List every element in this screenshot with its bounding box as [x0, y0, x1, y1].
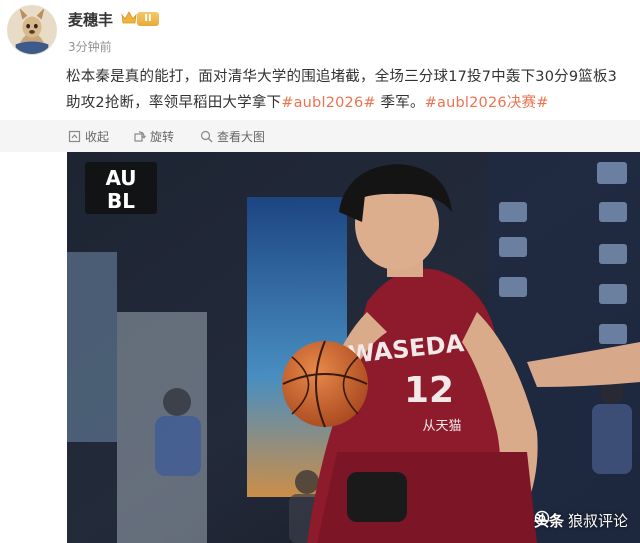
collapse-icon [68, 130, 81, 142]
watermark: 头条 狼叔评论 [534, 510, 628, 531]
avatar[interactable] [7, 5, 57, 55]
rotate-icon [134, 130, 146, 142]
post-time[interactable]: 3分钟前 [68, 38, 112, 55]
image-toolbar: 收起 旋转 查看大图 [0, 120, 640, 152]
crown-icon [121, 11, 137, 24]
post-header: 麦穗丰 II 3分钟前 [0, 0, 640, 62]
view-large-label: 查看大图 [217, 129, 266, 144]
jersey-number: 12 [404, 370, 454, 411]
watermark-handle: 狼叔评论 [567, 512, 628, 530]
collapse-button[interactable]: 收起 [68, 120, 109, 152]
aubl-logo-top: AU [105, 166, 136, 190]
collapse-label: 收起 [85, 129, 110, 144]
post-content: 松本秦是真的能打，面对清华大学的围追堵截，全场三分球17投7中轰下30分9篮板3… [66, 64, 626, 116]
view-large-button[interactable]: 查看大图 [200, 120, 265, 152]
avatar-image [8, 6, 56, 54]
post-text-mid: 季军。 [375, 95, 425, 111]
rotate-button[interactable]: 旋转 [133, 120, 174, 152]
rotate-label: 旋转 [150, 129, 175, 144]
aubl-logo-bottom: BL [107, 189, 135, 213]
hashtag-link-final[interactable]: #aubl2026决赛# [425, 95, 549, 111]
author-name[interactable]: 麦穗丰 [68, 9, 113, 30]
vip-badge: II [137, 12, 159, 26]
jersey-sponsor: 从天猫 [422, 419, 461, 434]
at-icon [534, 510, 550, 526]
post-photo[interactable]: AU BL WASEDA 12 从天猫 头条 狼叔评论 [67, 152, 640, 543]
basketball-photo: AU BL WASEDA 12 从天猫 [67, 152, 640, 543]
hashtag-link[interactable]: #aubl2026# [281, 95, 376, 111]
view-large-icon [200, 130, 213, 142]
